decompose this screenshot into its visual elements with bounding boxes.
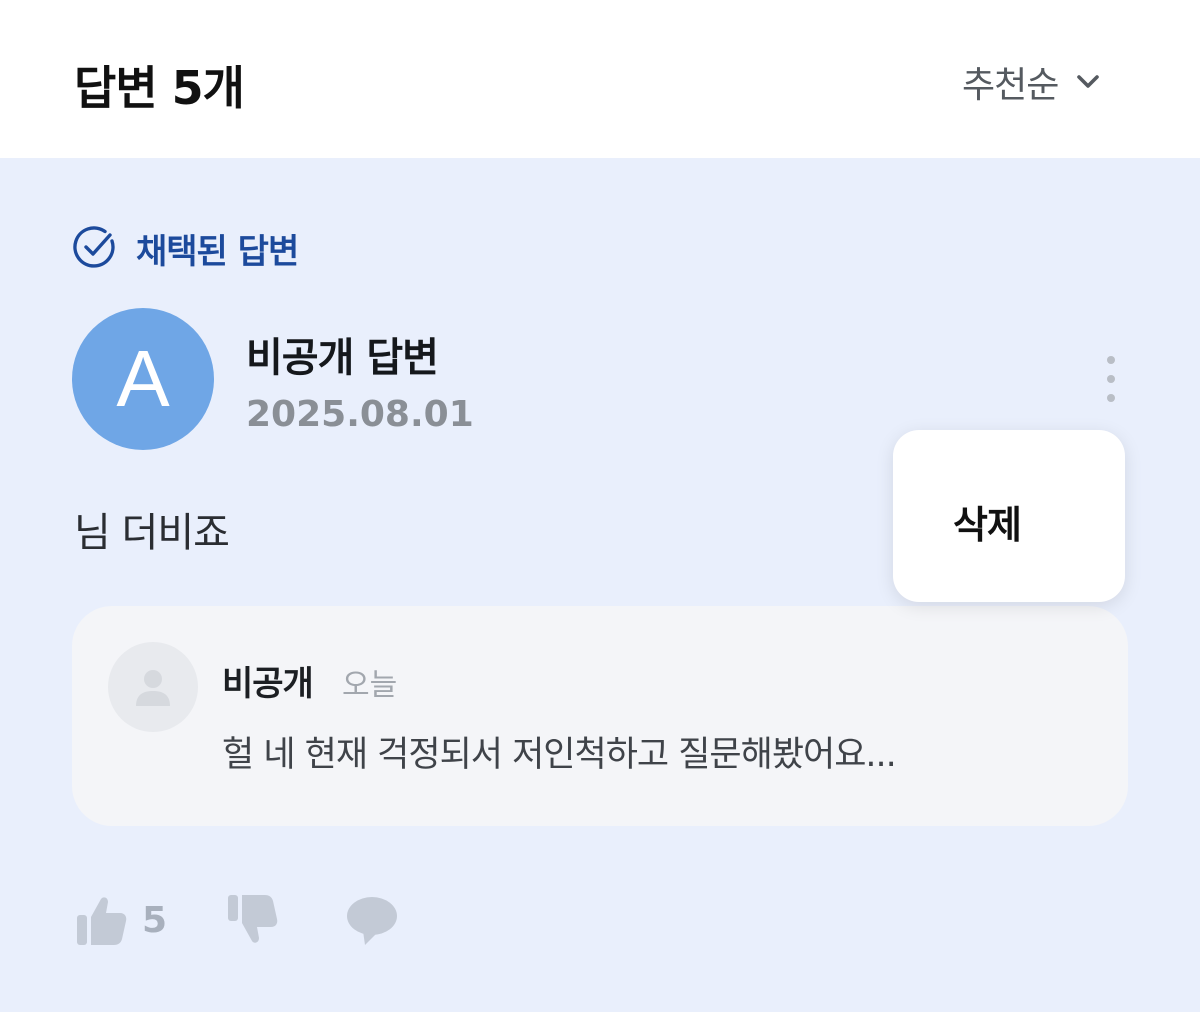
answer-author: 비공개 답변 [246,335,439,381]
answer-body: 님 더비죠 [74,510,230,556]
accepted-badge: 채택된 답변 [72,226,299,272]
answer-date: 2025.08.01 [246,394,474,435]
accepted-label: 채택된 답변 [136,231,299,272]
answers-header: 답변 5개 추천순 [0,0,1200,158]
comment-time: 오늘 [342,668,398,703]
avatar-letter: A [116,334,170,423]
like-button[interactable]: 5 [74,893,167,947]
chevron-down-icon [1077,75,1100,88]
speech-bubble-icon [347,897,398,945]
avatar[interactable]: A [72,308,214,450]
delete-menu-item[interactable]: 삭제 [953,494,1022,549]
thumbs-up-icon [77,897,127,945]
like-count: 5 [142,899,168,941]
more-dot [1107,375,1115,383]
more-dot [1107,394,1115,402]
user-icon[interactable] [108,642,198,732]
more-dot [1107,356,1115,364]
sort-label: 추천순 [962,65,1059,106]
sort-dropdown[interactable]: 추천순 [962,58,1104,106]
more-vertical-icon[interactable] [1098,356,1124,402]
answers-count-title: 답변 5개 [74,61,245,115]
thumbs-down-icon [228,895,278,943]
comment-text: 헐 네 현재 걱정되서 저인척하고 질문해봤어요... [222,735,897,775]
answer-menu-popup: 삭제 [893,430,1125,602]
reply-button[interactable] [345,893,399,947]
check-circle-icon [73,226,115,268]
comment-card: 비공개 오늘 헐 네 현재 걱정되서 저인척하고 질문해봤어요... [72,606,1128,826]
dislike-button[interactable] [225,893,279,947]
answer-actions: 5 [74,890,399,950]
comment-author: 비공개 [222,664,314,704]
person-silhouette-icon [136,670,170,706]
